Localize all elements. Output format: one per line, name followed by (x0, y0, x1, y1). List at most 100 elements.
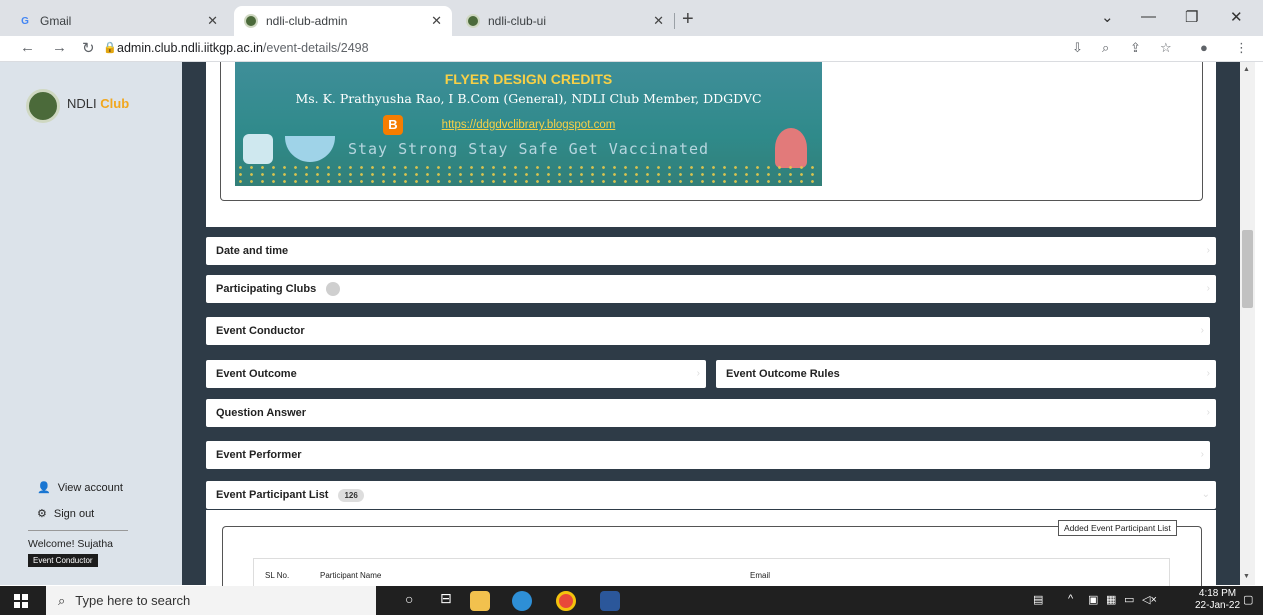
chevron-up-icon[interactable]: ^ (1068, 593, 1073, 605)
tab-title: Gmail (40, 14, 72, 28)
profile-icon[interactable]: ● (1200, 40, 1208, 55)
close-tab-icon[interactable]: ✕ (653, 13, 664, 29)
section-event-performer[interactable]: Event Performer › (206, 441, 1210, 469)
participant-list-legend: Added Event Participant List (1058, 520, 1177, 536)
handwash-icon (243, 134, 273, 164)
back-icon[interactable]: ← (20, 39, 35, 56)
section-event-conductor[interactable]: Event Conductor › (206, 317, 1210, 345)
taskbar-clock[interactable]: 4:18 PM 22-Jan-22 (1195, 588, 1240, 612)
participant-table (253, 558, 1170, 588)
brand-ndli: NDLI (67, 96, 97, 111)
network-icon[interactable]: ▦ (1106, 593, 1116, 606)
windows-taskbar: ⌕ Type here to search ○ ⊟ ▤ ^ ▣ ▦ ▭ ◁× 4… (0, 586, 1263, 615)
file-explorer-icon[interactable] (470, 591, 490, 611)
tab-ndli-club-admin[interactable]: ndli-club-admin ✕ (234, 6, 452, 36)
meet-icon[interactable]: ▣ (1088, 593, 1098, 606)
taskbar-search-box[interactable]: ⌕ Type here to search (46, 586, 376, 615)
reload-icon[interactable]: ↻ (82, 39, 95, 57)
event-flyer-image: FLYER DESIGN CREDITS Ms. K. Prathyusha R… (235, 62, 822, 186)
participant-count-badge: 126 (338, 488, 364, 502)
section-event-outcome-rules[interactable]: Event Outcome Rules › (716, 360, 1216, 388)
column-header-sl-no[interactable]: SL No. (265, 571, 289, 580)
section-title: Event Participant List (216, 489, 329, 501)
column-header-participant-name[interactable]: Participant Name (320, 571, 381, 580)
zoom-icon[interactable]: ⌕ (1102, 40, 1109, 56)
view-account-link[interactable]: 👤 View account (37, 481, 123, 495)
flyer-link[interactable]: https://ddgdvclibrary.blogspot.com (235, 119, 822, 131)
clock-date: 22-Jan-22 (1195, 600, 1241, 611)
install-app-icon[interactable]: ⇩ (1072, 40, 1083, 56)
close-tab-icon[interactable]: ✕ (207, 13, 218, 29)
flyer-decoration (235, 164, 822, 186)
ndli-icon (244, 14, 258, 28)
vaccination-illustration (775, 128, 807, 168)
column-header-email[interactable]: Email (750, 571, 770, 580)
chevron-right-icon: › (1206, 407, 1210, 418)
section-title: Date and time (216, 245, 289, 257)
role-badge: Event Conductor (28, 554, 98, 567)
minimize-button[interactable]: — (1141, 8, 1156, 25)
news-widget-icon[interactable]: ▤ (1033, 593, 1043, 606)
section-event-participant-list[interactable]: Event Participant List 126 ⌄ (206, 481, 1216, 509)
chevron-right-icon: › (1206, 368, 1210, 379)
lock-icon[interactable]: 🔒 (103, 41, 117, 54)
scrollbar-thumb[interactable] (1242, 230, 1253, 308)
section-event-outcome[interactable]: Event Outcome › (206, 360, 706, 388)
close-window-button[interactable]: ✕ (1230, 8, 1243, 26)
mask-icon (285, 136, 335, 162)
url-host: admin.club.ndli.iitkgp.ac.in (117, 41, 263, 55)
address-bar[interactable]: admin.club.ndli.iitkgp.ac.in/event-detai… (117, 41, 369, 55)
display-icon[interactable]: ▭ (1124, 593, 1134, 606)
share-icon[interactable]: ⇪ (1130, 40, 1141, 56)
chrome-icon[interactable] (556, 591, 576, 611)
section-question-answer[interactable]: Question Answer › (206, 399, 1216, 427)
chevron-right-icon: › (696, 368, 700, 379)
chevron-right-icon: › (1206, 245, 1210, 256)
menu-dots-icon[interactable]: ⋮ (1235, 40, 1248, 56)
edge-icon[interactable] (512, 591, 532, 611)
section-date-time[interactable]: Date and time › (206, 237, 1216, 265)
ndli-logo-icon[interactable] (26, 89, 60, 123)
word-icon[interactable] (600, 591, 620, 611)
close-tab-icon[interactable]: ✕ (431, 13, 442, 29)
address-toolbar: ← → ↻ 🔒 admin.club.ndli.iitkgp.ac.in/eve… (0, 36, 1263, 62)
divider (28, 530, 128, 531)
section-title: Question Answer (216, 407, 307, 419)
maximize-button[interactable]: ❐ (1185, 8, 1198, 26)
section-title: Event Performer (216, 449, 302, 461)
section-title: Event Outcome (216, 368, 297, 380)
scroll-down-icon[interactable]: ▼ (1243, 573, 1250, 580)
clock-time: 4:18 PM (1198, 588, 1237, 599)
tab-search-icon[interactable]: ⌄ (1101, 8, 1114, 26)
forward-icon[interactable]: → (52, 39, 67, 56)
search-placeholder: Type here to search (75, 593, 191, 608)
section-title: Participating Clubs (216, 283, 317, 295)
view-account-label: View account (57, 481, 123, 494)
gmail-icon: G (21, 15, 29, 27)
cortana-icon[interactable]: ○ (405, 591, 413, 607)
chevron-right-icon: › (1200, 325, 1204, 336)
flyer-title: FLYER DESIGN CREDITS (444, 71, 613, 87)
sidebar: NDLI Club 👤 View account ⚙ Sign out Welc… (0, 62, 182, 585)
tab-gmail[interactable]: G Gmail ✕ (8, 6, 228, 36)
windows-start-icon[interactable] (14, 594, 28, 608)
tab-divider (674, 13, 675, 29)
section-participating-clubs[interactable]: Participating Clubs › (206, 275, 1216, 303)
tab-title: ndli-club-admin (266, 14, 348, 28)
tab-title: ndli-club-ui (488, 14, 547, 28)
new-tab-button[interactable]: + (682, 8, 694, 31)
scroll-up-icon[interactable]: ▲ (1243, 66, 1250, 73)
tab-ndli-club-ui[interactable]: ndli-club-ui ✕ (456, 6, 674, 36)
notifications-icon[interactable]: ▢ (1243, 593, 1253, 606)
sign-out-link[interactable]: ⚙ Sign out (37, 507, 94, 521)
task-view-icon[interactable]: ⊟ (440, 590, 452, 607)
page-scrollbar[interactable] (1240, 62, 1255, 585)
volume-icon[interactable]: ◁× (1142, 593, 1157, 606)
brand-name[interactable]: NDLI Club (67, 96, 129, 111)
section-title: Event Conductor (216, 325, 305, 337)
ndli-icon (466, 14, 480, 28)
flyer-credit: Ms. K. Prathyusha Rao, I B.Com (General)… (295, 91, 762, 106)
brand-club: Club (100, 96, 130, 111)
gear-icon: ⚙ (37, 508, 47, 520)
bookmark-star-icon[interactable]: ☆ (1160, 40, 1172, 56)
